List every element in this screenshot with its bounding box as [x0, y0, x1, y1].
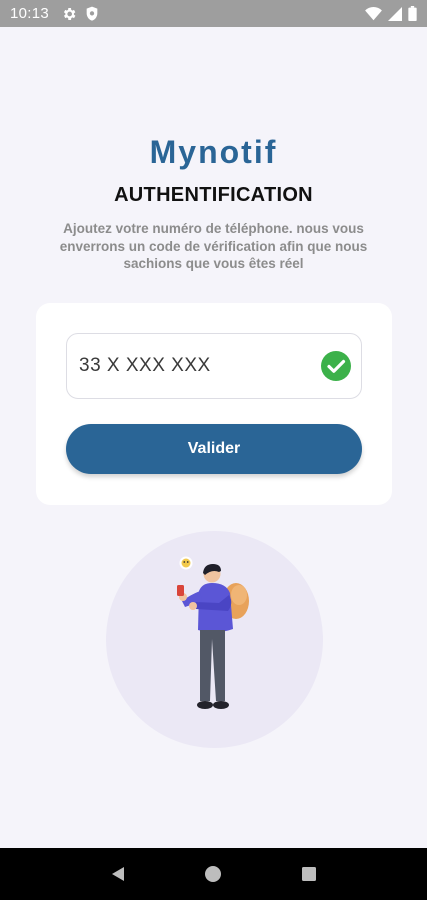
battery-icon — [408, 6, 417, 21]
page-description: Ajoutez votre numéro de téléphone. nous … — [59, 221, 368, 271]
recents-icon — [302, 867, 317, 881]
home-icon — [205, 866, 222, 882]
status-time: 10:13 — [10, 5, 50, 22]
phone-input-value: 33 X XXX XXX — [79, 355, 211, 376]
nav-recents-button[interactable] — [297, 862, 321, 886]
nav-home-button[interactable] — [201, 862, 225, 886]
status-left-icons — [61, 6, 99, 22]
auth-screen: 10:13 Mynotif AUTHENTIFICATION Ajoutez v… — [0, 0, 427, 900]
app-brand: Mynotif — [149, 134, 278, 170]
illustration — [106, 531, 323, 748]
auth-card: 33 X XXX XXX Valider — [36, 303, 392, 505]
nav-back-button[interactable] — [106, 862, 130, 886]
check-circle-icon — [321, 351, 351, 381]
settings-icon — [63, 7, 76, 20]
status-right-icons — [365, 6, 417, 21]
shield-icon — [86, 6, 98, 21]
wifi-icon — [365, 6, 382, 20]
status-bar: 10:13 — [0, 0, 427, 27]
system-nav-bar — [0, 848, 427, 900]
validate-button[interactable]: Valider — [66, 424, 362, 474]
person-with-phone-illustration — [177, 556, 249, 709]
back-icon — [111, 867, 124, 881]
page-title: AUTHENTIFICATION — [114, 184, 313, 206]
signal-icon — [388, 6, 402, 21]
phone-input[interactable]: 33 X XXX XXX — [66, 333, 362, 399]
